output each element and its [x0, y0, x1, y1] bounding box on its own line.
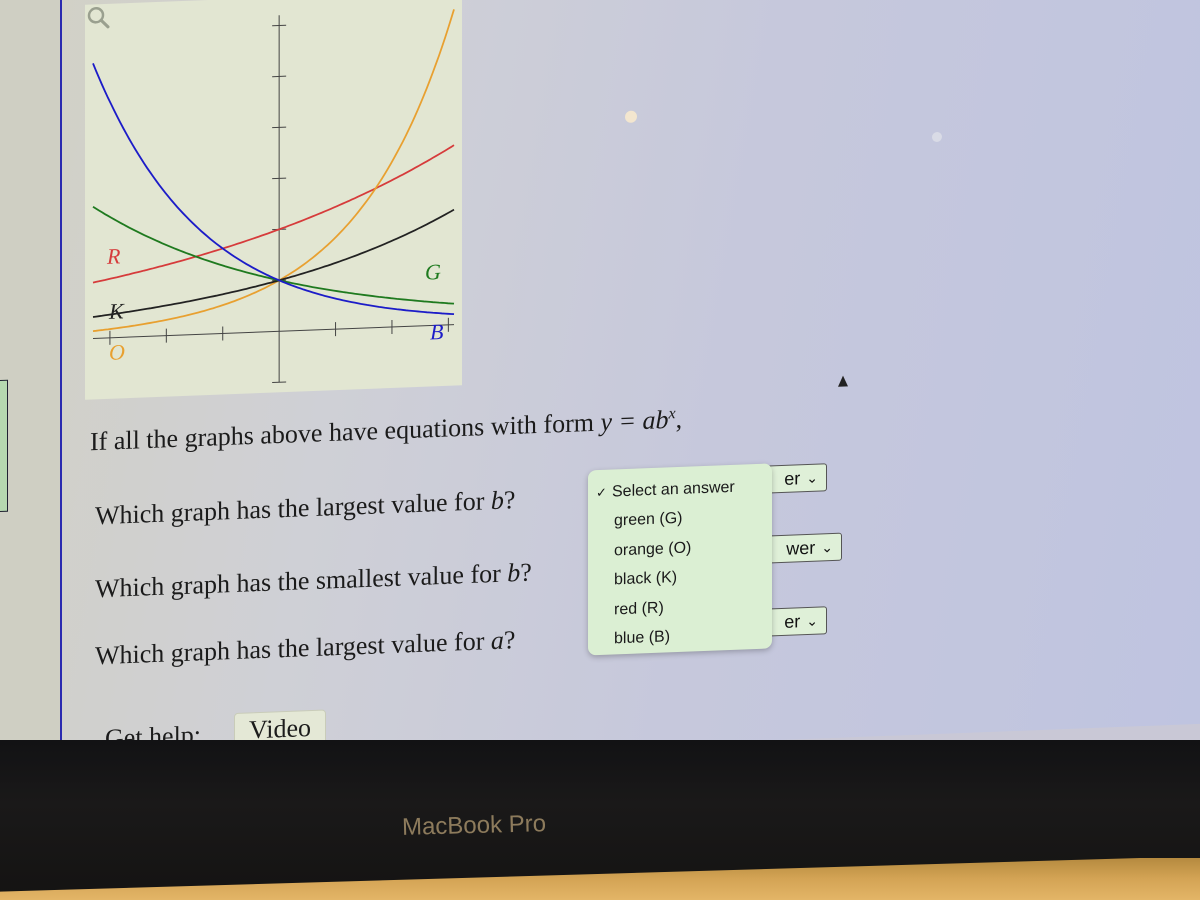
question-2: Which graph has the smallest value for b… — [95, 558, 532, 605]
y-tick — [272, 75, 287, 78]
chevron-down-icon: ⌄ — [821, 538, 833, 555]
chevron-down-icon: ⌄ — [806, 612, 818, 629]
curve-r — [92, 144, 455, 284]
screen-glare-dot — [932, 131, 942, 143]
curve-label-o: O — [109, 339, 125, 365]
question-1-end: ? — [503, 485, 516, 515]
curve-label-g: G — [425, 259, 441, 285]
question-prompt: If all the graphs above have equations w… — [90, 399, 682, 457]
mouse-cursor-icon — [838, 375, 848, 387]
curve-o — [92, 9, 455, 333]
device-brand-label: MacBook Pro — [401, 810, 547, 841]
curve-label-k: K — [109, 298, 124, 324]
answer-dropdown-menu[interactable]: ✓ Select an answer green (G) orange (O) … — [588, 463, 772, 656]
question-3: Which graph has the largest value for a? — [95, 625, 515, 671]
curve-k — [92, 208, 455, 318]
curve-label-r: R — [107, 243, 121, 269]
dropdown-option-blue[interactable]: blue (B) — [588, 619, 772, 656]
y-tick — [272, 177, 287, 180]
question-1-text: Which graph has the largest value for — [95, 486, 491, 531]
y-tick — [272, 24, 287, 27]
option-label: red (R) — [614, 599, 664, 619]
y-tick — [272, 381, 287, 384]
graph-figure: R K O G B — [85, 0, 462, 400]
curve-b — [92, 63, 455, 316]
prompt-equation: y = ab — [600, 404, 669, 437]
left-pane-tab — [0, 379, 8, 513]
prompt-exponent: x — [668, 405, 676, 423]
question-2-end: ? — [520, 557, 532, 588]
chevron-down-icon: ⌄ — [806, 469, 818, 486]
option-label: Select an answer — [612, 478, 735, 501]
option-label: orange (O) — [614, 539, 692, 560]
prompt-trail: , — [675, 404, 683, 434]
question-1: Which graph has the largest value for b? — [95, 485, 515, 531]
question-3-var: a — [490, 625, 504, 656]
curve-g — [92, 205, 455, 305]
prompt-lead: If all the graphs above have equations w… — [90, 407, 601, 457]
x-axis — [93, 324, 454, 339]
laptop-screen: R K O G B If all the graphs above have e… — [0, 0, 1200, 771]
option-label: blue (B) — [614, 628, 671, 648]
checkmark-icon: ✓ — [596, 484, 607, 500]
y-tick — [272, 126, 287, 129]
graph-svg — [92, 9, 455, 384]
question-3-text: Which graph has the largest value for — [95, 626, 491, 671]
question-2-text: Which graph has the smallest value for — [95, 558, 508, 604]
screen-glare-dot — [625, 110, 637, 123]
magnifier-icon[interactable] — [85, 4, 111, 31]
option-label: green (G) — [614, 510, 683, 530]
option-label: black (K) — [614, 569, 678, 589]
left-window-edge — [0, 0, 62, 770]
question-1-var: b — [490, 485, 504, 516]
question-2-var: b — [507, 558, 521, 588]
question-3-end: ? — [503, 625, 516, 655]
curve-label-b: B — [430, 318, 444, 345]
